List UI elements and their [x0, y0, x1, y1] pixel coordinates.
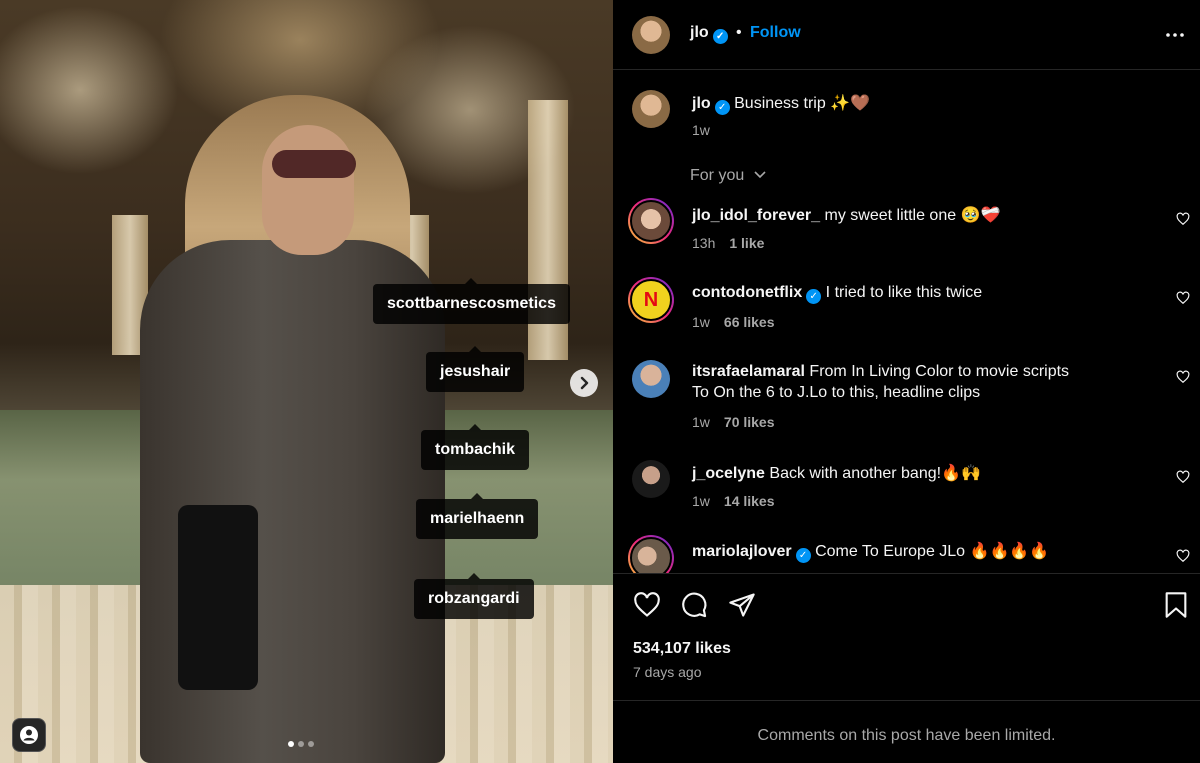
- bookmark-icon: [1165, 592, 1187, 618]
- comment-text: mariolajlover ✓ Come To Europe JLo 🔥🔥🔥🔥: [692, 543, 1050, 563]
- comment-text-line-2: To On the 6 to J.Lo to this, headline cl…: [692, 384, 981, 401]
- post-actions: 534,107 likes 7 days ago: [613, 573, 1200, 701]
- next-slide-button[interactable]: [570, 369, 598, 397]
- caption-text: jlo ✓ Business trip ✨🤎: [692, 95, 871, 115]
- comment-meta: 1w 70 likes: [692, 414, 775, 430]
- comment-meta: 1w 66 likes: [692, 314, 775, 330]
- avatar[interactable]: [628, 198, 674, 244]
- handbag: [178, 505, 258, 690]
- like-comment-button[interactable]: [1176, 470, 1190, 487]
- more-options-button[interactable]: [1165, 23, 1185, 49]
- comment-button[interactable]: [680, 591, 708, 624]
- verified-badge-icon: ✓: [714, 100, 730, 115]
- heart-icon: [1176, 212, 1190, 226]
- like-comment-button[interactable]: [1176, 549, 1190, 566]
- comments-list[interactable]: jlo ✓ Business trip ✨🤎 1w For you jlo_ido…: [613, 71, 1200, 573]
- save-button[interactable]: [1163, 591, 1189, 624]
- post-media[interactable]: scottbarnescosmetics jesushair tombachik…: [0, 0, 613, 763]
- post-header: jlo ✓ • Follow: [613, 0, 1200, 70]
- comment-meta: 13h 1 like: [692, 235, 765, 251]
- tag-jesushair[interactable]: jesushair: [426, 346, 525, 392]
- verified-badge-icon: ✓: [806, 289, 822, 304]
- share-button[interactable]: [728, 591, 756, 624]
- comment-text: contodonetflix ✓ I tried to like this twi…: [692, 284, 983, 304]
- carousel-dot: [288, 741, 294, 747]
- caption-time: 1w: [692, 122, 710, 138]
- user-tag-icon: [20, 726, 38, 744]
- tag-tombachik[interactable]: tombachik: [421, 424, 530, 470]
- chevron-right-icon: [580, 376, 589, 390]
- comment-icon: [682, 592, 707, 618]
- comment-sort-dropdown[interactable]: For you: [690, 167, 767, 185]
- avatar[interactable]: [632, 460, 670, 498]
- tag-scottbarnescosmetics[interactable]: scottbarnescosmetics: [373, 278, 570, 324]
- like-comment-button[interactable]: [1176, 291, 1190, 308]
- heart-icon: [1176, 291, 1190, 305]
- verified-badge-icon: ✓: [712, 29, 728, 44]
- carousel-dot: [308, 741, 314, 747]
- heart-icon: [1176, 549, 1190, 563]
- chevron-down-icon: [754, 171, 766, 179]
- comment-text: itsrafaelamaral From In Living Color to …: [692, 363, 1070, 380]
- like-comment-button[interactable]: [1176, 370, 1190, 387]
- avatar[interactable]: [628, 535, 674, 573]
- carousel-indicator: [288, 741, 314, 747]
- heart-icon: [1176, 470, 1190, 484]
- carousel-dot: [298, 741, 304, 747]
- post-timestamp[interactable]: 7 days ago: [633, 664, 702, 680]
- header-username[interactable]: jlo ✓: [690, 24, 728, 44]
- avatar[interactable]: [632, 16, 670, 54]
- avatar[interactable]: [632, 360, 670, 398]
- comment-text: j_ocelyne Back with another bang!🔥🙌: [692, 465, 981, 482]
- heart-icon: [1176, 370, 1190, 384]
- header-separator: •: [736, 24, 742, 41]
- comment-meta: 1w 14 likes: [692, 493, 775, 509]
- show-tags-button[interactable]: [12, 718, 46, 752]
- comments-limited-notice: Comments on this post have been limited.: [757, 727, 1056, 744]
- tag-marielhaenn[interactable]: marielhaenn: [416, 493, 539, 539]
- heart-icon: [634, 592, 660, 617]
- follow-button[interactable]: Follow: [750, 24, 801, 42]
- verified-badge-icon: ✓: [795, 548, 811, 563]
- avatar[interactable]: N: [628, 277, 674, 323]
- comment-text: jlo_idol_forever_ my sweet little one 🥹❤…: [692, 207, 1001, 224]
- like-button[interactable]: [633, 591, 661, 624]
- tag-robzangardi[interactable]: robzangardi: [414, 573, 534, 619]
- send-icon: [729, 593, 755, 617]
- avatar[interactable]: [632, 90, 670, 128]
- like-comment-button[interactable]: [1176, 212, 1190, 229]
- post-details-panel: jlo ✓ • Follow jlo ✓ Business trip ✨🤎 1w F…: [613, 0, 1200, 763]
- likes-count[interactable]: 534,107 likes: [633, 640, 731, 658]
- more-icon: [1166, 33, 1184, 37]
